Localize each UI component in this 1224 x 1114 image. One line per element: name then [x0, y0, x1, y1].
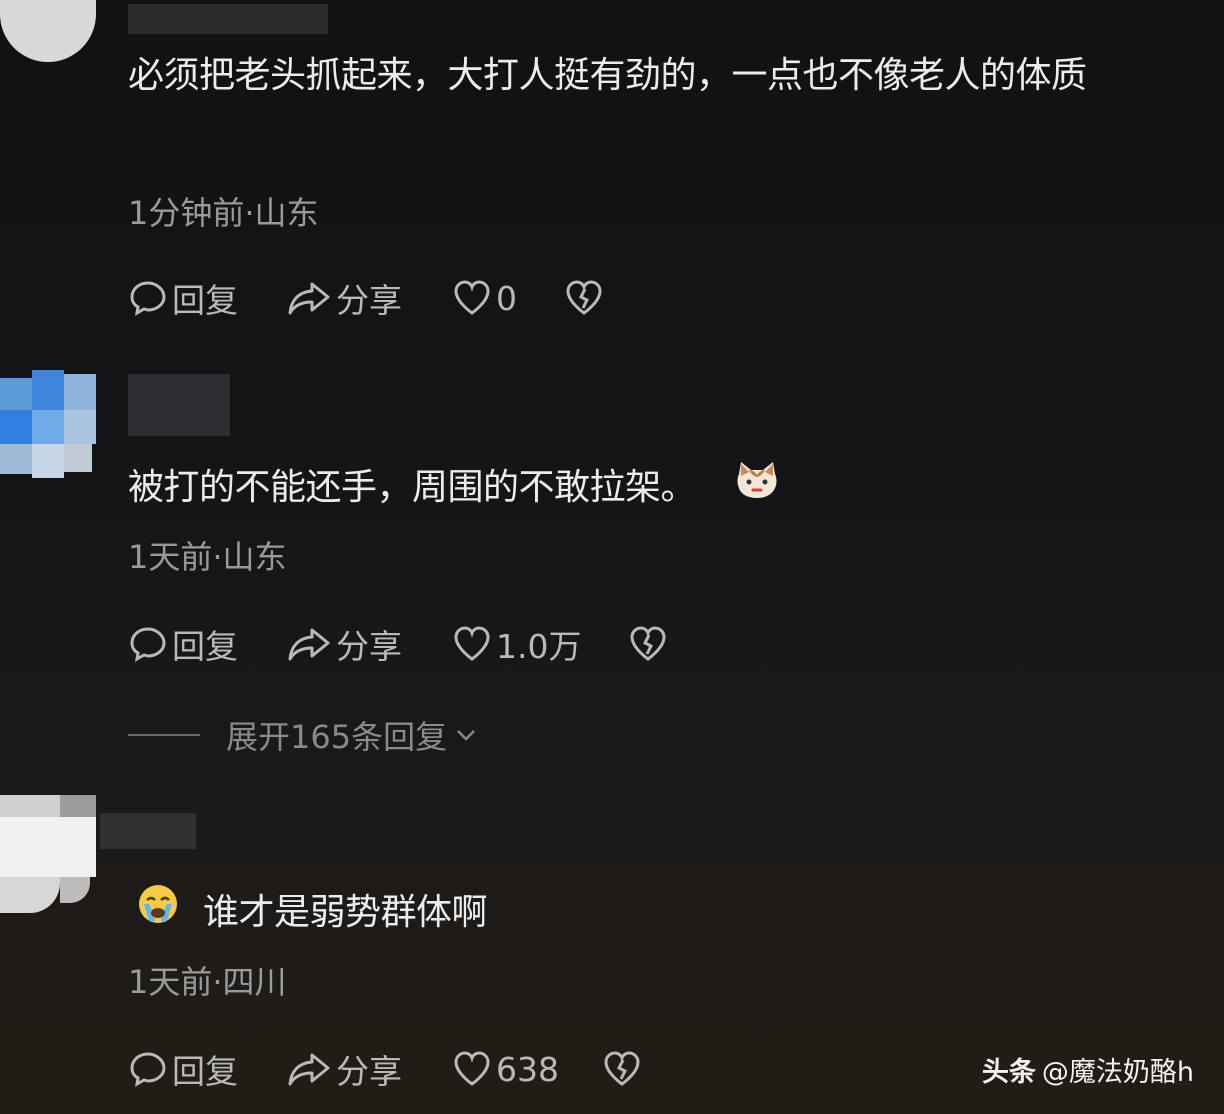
share-button[interactable]: 分享 [286, 1045, 452, 1093]
reply-button[interactable]: 回复 [128, 620, 286, 668]
comment-text-row: 谁才是弱势群体啊 [136, 881, 487, 947]
share-arrow-icon [288, 282, 330, 315]
username-blurred[interactable] [128, 374, 230, 436]
like-count: 0 [496, 278, 517, 318]
broken-heart-icon [604, 1051, 640, 1086]
expand-divider [128, 734, 200, 736]
comment-actions: 回复 分享 1.0万 [128, 620, 668, 668]
username-blurred[interactable] [128, 4, 328, 34]
dislike-button[interactable] [564, 278, 604, 318]
comment-actions: 回复 分享 0 [128, 274, 604, 322]
broken-heart-icon [630, 626, 666, 661]
reply-label: 回复 [172, 627, 238, 666]
heart-outline-icon [454, 280, 490, 315]
comment-meta: 1分钟前·山东 [128, 194, 319, 232]
avatar[interactable] [0, 0, 96, 62]
like-button[interactable]: 638 [452, 1049, 602, 1089]
comment-item: 被打的不能还手，周围的不敢拉架。 1天前·山东 回复 分享 1.0万 [0, 370, 1224, 770]
broken-heart-icon [566, 280, 602, 315]
avatar[interactable] [0, 795, 96, 913]
dislike-button[interactable] [628, 624, 668, 664]
expand-replies-button[interactable]: 展开165条回复 [128, 712, 479, 758]
comment-meta: 1天前·四川 [128, 963, 287, 1001]
share-button[interactable]: 分享 [286, 274, 452, 322]
reply-label: 回复 [172, 1052, 238, 1091]
reply-label: 回复 [172, 281, 238, 320]
cat-face-icon [735, 457, 779, 521]
heart-outline-icon [454, 626, 490, 661]
comment-meta: 1天前·山东 [128, 538, 287, 576]
watermark-handle: @魔法奶酪h [1041, 1057, 1194, 1088]
speech-bubble-icon [130, 627, 166, 662]
comment-text: 被打的不能还手，周围的不敢拉架。 [128, 467, 697, 508]
dislike-button[interactable] [602, 1049, 642, 1089]
username-blurred[interactable] [100, 813, 196, 849]
like-button[interactable]: 0 [452, 278, 564, 318]
share-label: 分享 [336, 1052, 402, 1091]
speech-bubble-icon [130, 1052, 166, 1087]
share-arrow-icon [288, 628, 330, 661]
heart-outline-icon [454, 1051, 490, 1086]
watermark-brand: 头条 [981, 1057, 1036, 1088]
comment-item: 必须把老头抓起来，大打人挺有劲的，一点也不像老人的体质 1分钟前·山东 回复 分… [0, 0, 1224, 340]
like-button[interactable]: 1.0万 [452, 620, 628, 668]
comment-actions: 回复 分享 638 [128, 1045, 642, 1093]
share-label: 分享 [336, 281, 402, 320]
share-arrow-icon [288, 1053, 330, 1086]
comment-text: 谁才是弱势群体啊 [202, 892, 488, 933]
avatar[interactable] [0, 370, 96, 478]
crying-face-icon [136, 882, 180, 947]
watermark: 头条 @魔法奶酪h [982, 1050, 1194, 1089]
like-count: 638 [496, 1049, 559, 1089]
comment-text: 必须把老头抓起来，大打人挺有劲的，一点也不像老人的体质 [128, 55, 1087, 96]
chevron-down-icon [457, 730, 475, 741]
share-label: 分享 [336, 627, 402, 666]
reply-button[interactable]: 回复 [128, 274, 286, 322]
expand-replies-label: 展开165条回复 [226, 718, 448, 756]
speech-bubble-icon [130, 281, 166, 316]
like-count: 1.0万 [496, 627, 582, 666]
reply-button[interactable]: 回复 [128, 1045, 286, 1093]
comment-text-row: 被打的不能还手，周围的不敢拉架。 [128, 456, 779, 521]
share-button[interactable]: 分享 [286, 620, 452, 668]
